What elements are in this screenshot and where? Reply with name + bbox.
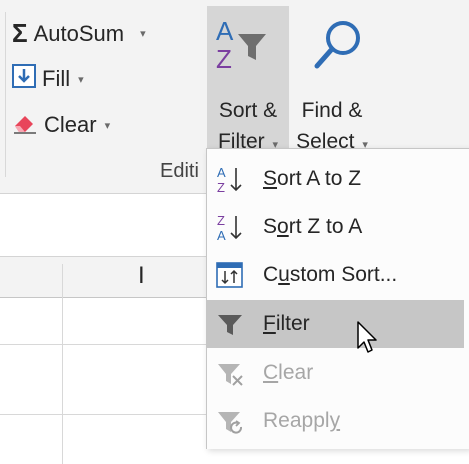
clear-dropdown-icon[interactable]: ▾ [105,119,111,132]
reapply-filter-icon [215,406,245,436]
sigma-icon: Σ [12,18,28,48]
svg-text:Z: Z [216,44,232,74]
menu-item-label: Clear [263,361,314,384]
eraser-icon [12,110,38,140]
find-select-button[interactable]: Find & Select ▾ [289,6,375,153]
mouse-pointer-icon [356,320,382,361]
clear-filter-icon [215,358,245,388]
menu-item-filter[interactable]: Filter [207,300,464,348]
menu-item-clear: Clear [207,349,469,397]
editing-group-label: Editi [160,160,199,182]
clear-label: Clear [44,112,97,137]
fill-button[interactable]: Fill ▾ [12,64,84,94]
custom-sort-icon [215,260,245,290]
filter-funnel-icon [215,309,245,339]
menu-item-label: Reapply [263,409,341,432]
menu-item-label: Filter [263,312,310,335]
sort-filter-button[interactable]: A Z Sort & Filter ▾ [207,6,289,153]
svg-text:A: A [217,165,226,180]
svg-text:A: A [217,228,226,242]
sort-a-to-z-icon: A Z [215,164,245,194]
sort-filter-label-line1: Sort & [218,99,278,122]
column-header-i[interactable]: I [138,262,145,290]
fill-dropdown-icon[interactable]: ▾ [78,73,84,86]
clear-button[interactable]: Clear ▾ [12,110,110,140]
menu-item-sort-z-to-a[interactable]: Z A Sort Z to A [207,203,469,251]
sort-filter-icon: A Z [214,16,274,85]
menu-item-custom-sort[interactable]: Custom Sort... [207,251,469,299]
column-divider [62,264,63,464]
autosum-button[interactable]: Σ AutoSum ▾ [12,18,146,49]
fill-down-icon [12,64,36,94]
magnifier-icon [307,16,367,85]
svg-text:A: A [216,16,234,46]
svg-text:Z: Z [217,213,225,228]
sort-filter-menu: A Z Sort A to Z Z A Sort Z to A Custom S… [206,148,469,449]
ribbon-separator [5,12,6,177]
menu-item-reapply: Reapply [207,397,469,445]
autosum-dropdown-icon[interactable]: ▾ [140,27,146,40]
autosum-label: AutoSum [33,20,125,46]
find-select-label-line1: Find & [301,99,363,122]
menu-item-label: Sort A to Z [263,167,362,190]
fill-label: Fill [42,66,71,91]
sort-z-to-a-icon: Z A [215,212,245,242]
menu-item-label: Sort Z to A [263,215,363,238]
menu-item-sort-a-to-z[interactable]: A Z Sort A to Z [207,155,469,203]
menu-item-label: Custom Sort... [263,263,398,286]
svg-text:Z: Z [217,180,225,194]
